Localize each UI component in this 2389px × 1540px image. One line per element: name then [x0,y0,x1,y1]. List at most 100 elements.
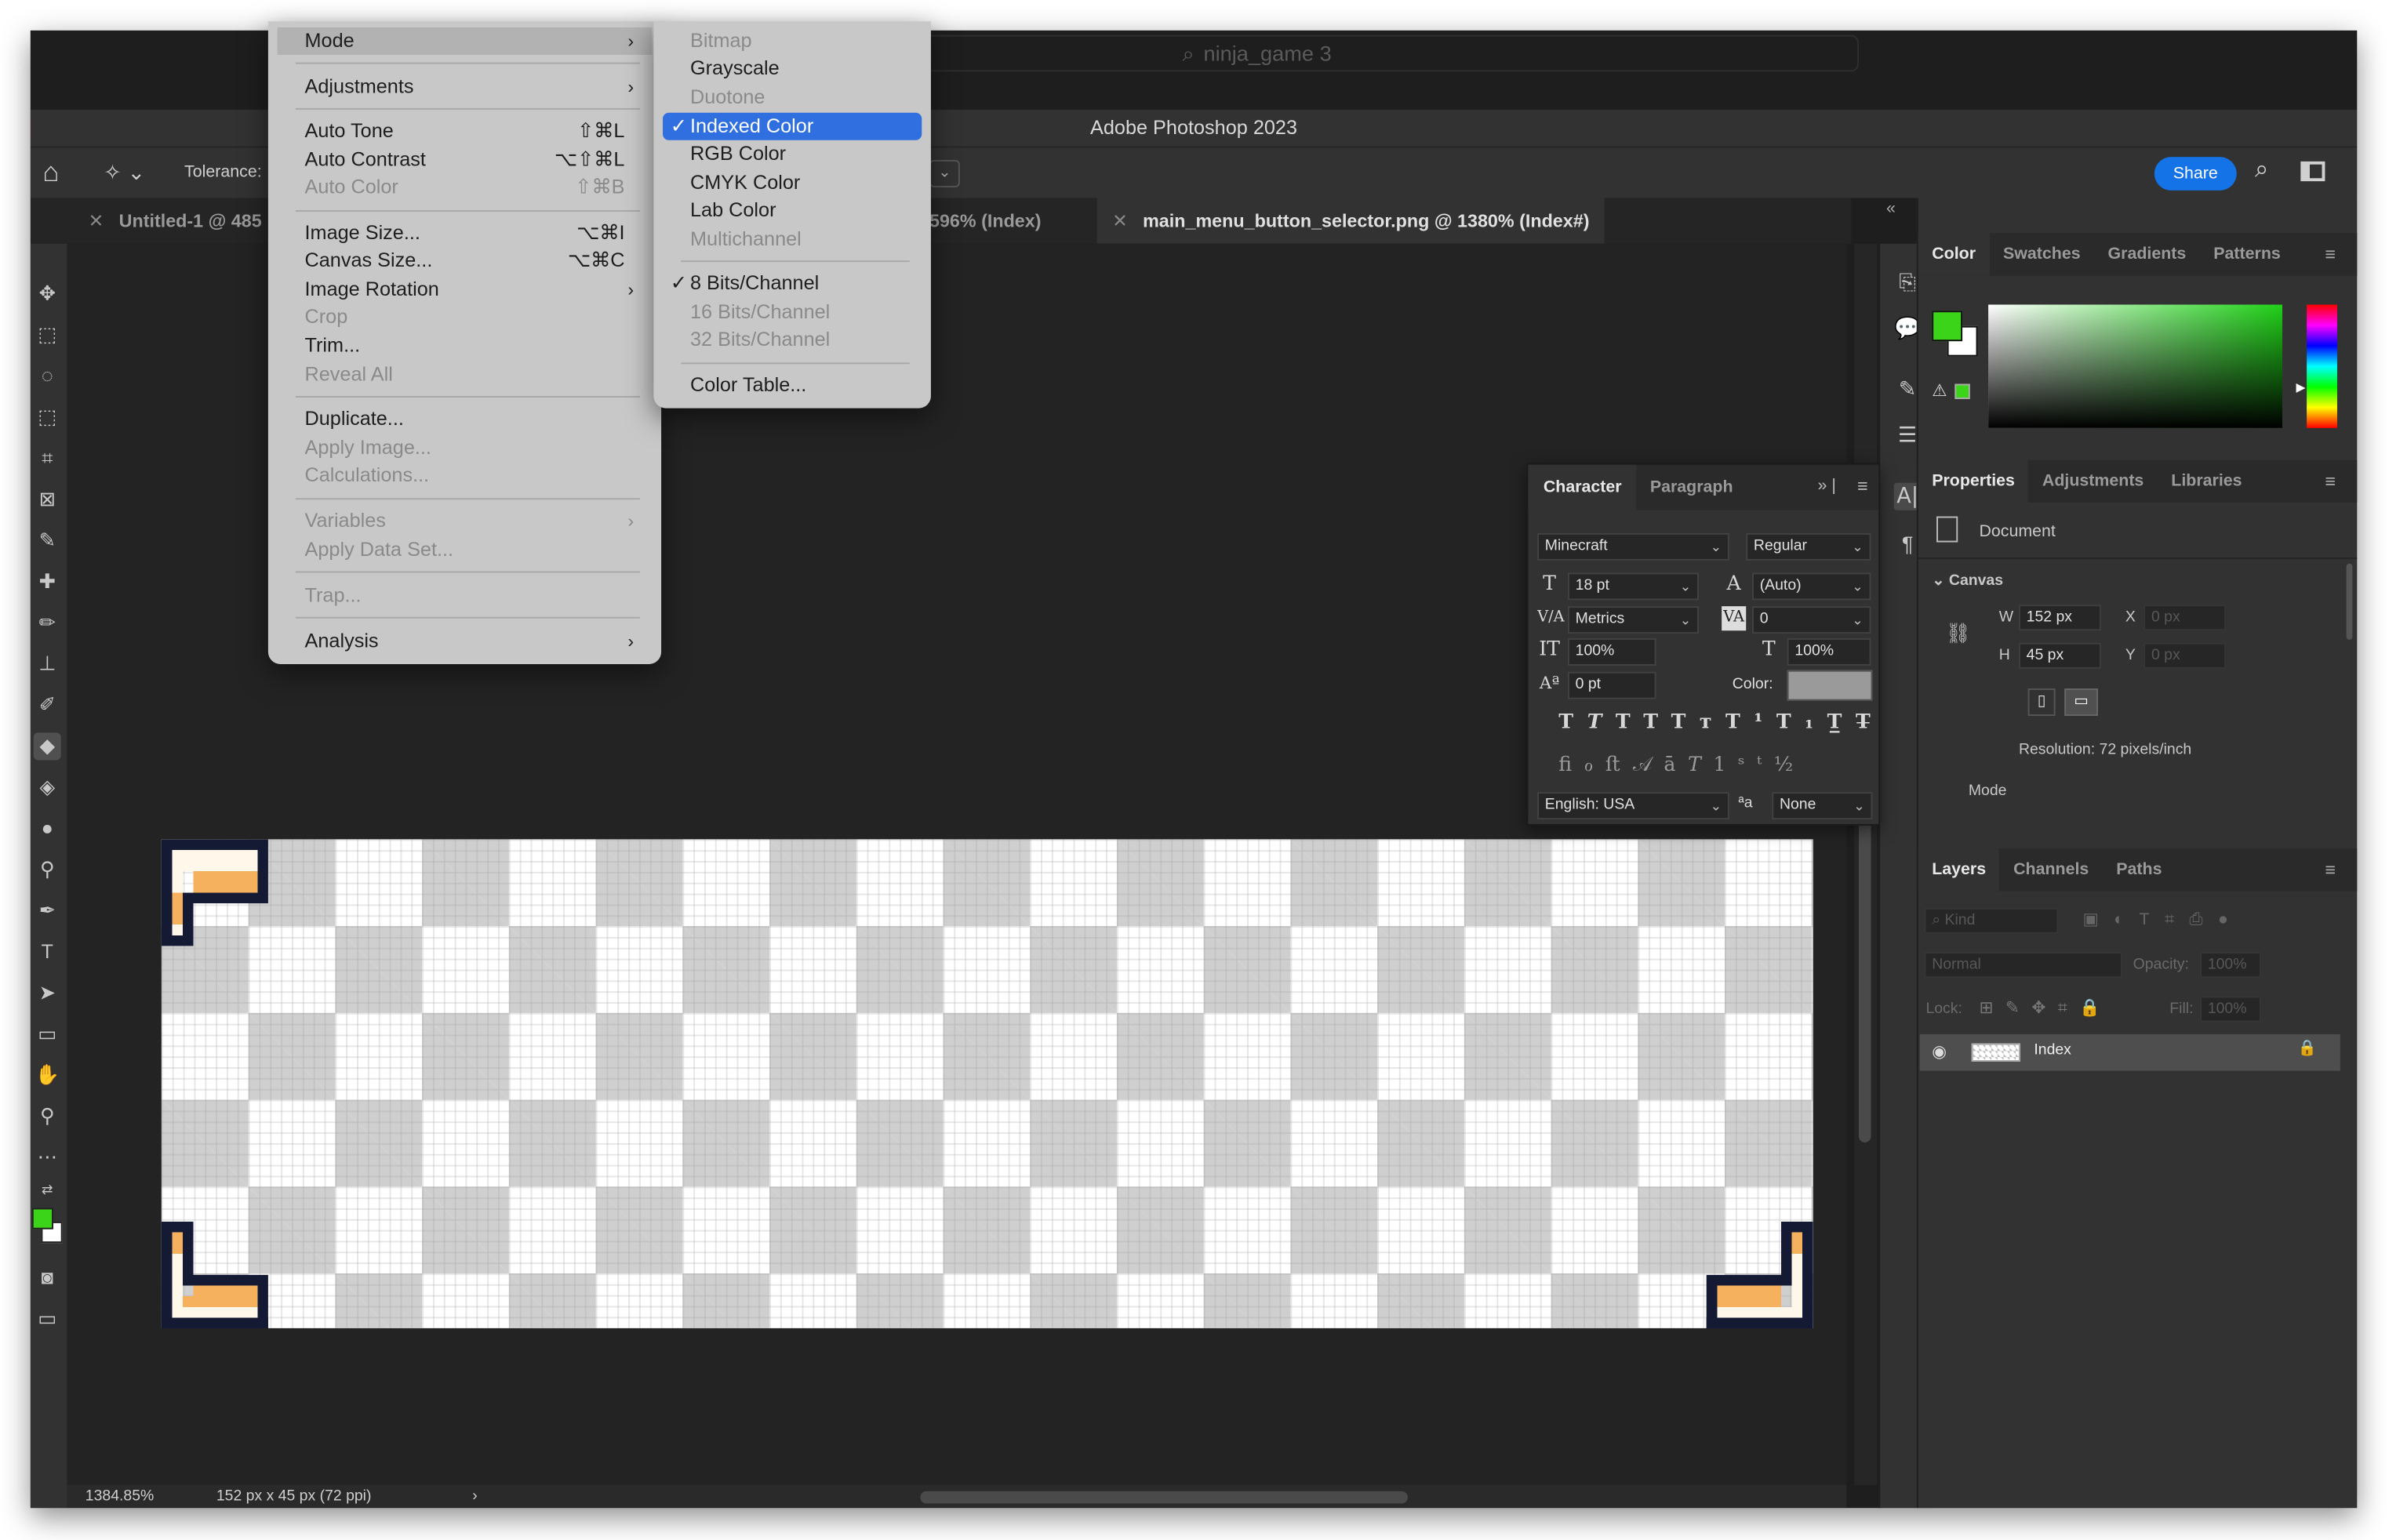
zoom-level[interactable]: 1384.85% [85,1485,155,1508]
menu-item-rgb-color[interactable]: RGB Color [663,140,922,168]
gamut-warning-icon[interactable]: ⚠ [1932,381,1947,401]
tab-index[interactable]: 596% (Index) [929,198,1097,244]
menu-item-image-size[interactable]: Image Size... ⌥⌘I [278,220,653,247]
tracking-select[interactable]: 0 ⌄ [1751,606,1871,634]
menu-item-lab-color[interactable]: Lab Color [663,197,922,224]
dodge-tool-icon[interactable]: ⚲ [34,856,61,884]
menu-item-adjustments[interactable]: Adjustments › [278,73,653,100]
tab-main-menu-button[interactable]: ✕ main_menu_button_selector.png @ 1380% (… [1096,198,1605,244]
height-input[interactable]: 45 px [2018,642,2101,669]
paint-bucket-icon[interactable]: ◈ [34,774,61,801]
zoom-tool-icon[interactable]: ⚲ [34,1102,61,1130]
kerning-select[interactable]: Metrics ⌄ [1567,606,1699,634]
baseline-shift-input[interactable]: 0 pt [1567,671,1656,699]
hand-tool-icon[interactable]: ✋ [34,1062,61,1089]
canvas-section-header[interactable]: ⌄ Canvas [1932,572,2003,589]
properties-scroll-thumb[interactable] [2346,563,2353,640]
crop-tool-icon[interactable]: ⌗ [34,445,61,472]
menu-item-cmyk-color[interactable]: CMYK Color [663,169,922,197]
font-size-input[interactable]: 18 pt ⌄ [1567,572,1699,601]
blend-mode-select[interactable]: Normal [1924,952,2123,979]
language-select[interactable]: English: USA ⌄ [1537,792,1729,820]
opacity-input[interactable]: 100% [2200,952,2261,979]
layer-row-index[interactable]: ◉ Index 🔒 [1919,1034,2340,1071]
hue-slider-marker[interactable]: ▶ [2296,381,2305,394]
document-canvas[interactable] [161,839,1813,1328]
menu-item-indexed-color[interactable]: ✓ Indexed Color [663,112,922,140]
tab-swatches[interactable]: Swatches [1990,233,2095,275]
link-icon[interactable]: ⛓ [1946,622,1971,646]
eraser-tool-icon[interactable]: ◆ [33,732,61,761]
tab-adjustments[interactable]: Adjustments [2028,460,2157,503]
menu-item-grayscale[interactable]: Grayscale [663,55,922,82]
chevron-right-icon[interactable]: › [472,1485,477,1508]
horizontal-scroll-thumb[interactable] [920,1491,1408,1504]
width-input[interactable]: 152 px [2018,605,2101,631]
landscape-orientation-icon[interactable]: ▭ [2064,688,2098,717]
tab-color[interactable]: Color [1918,233,1990,276]
tab-channels[interactable]: Channels [2000,848,2103,891]
magic-eraser-tool-icon[interactable]: ✧ ⌄ [104,160,145,186]
collapse-icon[interactable]: « [1886,199,1896,217]
antialias-select[interactable]: None ⌄ [1772,792,1873,820]
brush-tool-icon[interactable]: ✏ [34,609,61,637]
menu-item-8-bits[interactable]: ✓ 8 Bits/Channel [663,270,922,297]
tab-paths[interactable]: Paths [2103,848,2176,891]
marquee-tool-icon[interactable]: ⬚ [34,321,61,349]
panel-menu-icon[interactable]: ≡ [2311,233,2350,275]
tab-properties[interactable]: Properties [1918,459,2029,503]
menu-item-analysis[interactable]: Analysis › [278,627,653,655]
share-button[interactable]: Share [2154,157,2237,191]
font-family-select[interactable]: Minecraft ⌄ [1537,532,1729,561]
panel-menu-icon[interactable]: ≡ [2311,848,2350,891]
menu-item-auto-contrast[interactable]: Auto Contrast ⌥⇧⌘L [278,146,653,173]
y-input[interactable]: 0 px [2144,642,2227,669]
screen-mode-icon[interactable]: ▭ [34,1306,61,1333]
menu-item-color-table[interactable]: Color Table... [663,372,922,399]
tab-layers[interactable]: Layers [1918,848,2000,892]
lock-icon[interactable]: 🔒 [2297,1041,2316,1057]
history-brush-icon[interactable]: ✐ [34,692,61,719]
healing-brush-icon[interactable]: ✚ [34,568,61,596]
tab-gradients[interactable]: Gradients [2094,233,2200,275]
menu-item-canvas-size[interactable]: Canvas Size... ⌥⌘C [278,247,653,274]
fill-input[interactable]: 100% [2200,996,2261,1022]
x-input[interactable]: 0 px [2144,605,2227,631]
menu-item-mode[interactable]: Mode › [277,27,653,55]
quick-mask-icon[interactable]: ◙ [34,1264,61,1291]
tab-paragraph[interactable]: Paragraph [1650,464,1733,510]
close-icon[interactable]: ✕ [1112,210,1128,231]
panel-menu-icon[interactable]: ≡ [2311,460,2350,503]
hue-slider[interactable] [2307,304,2337,428]
tab-untitled[interactable]: ✕ Untitled-1 @ 485 [89,198,262,244]
workspace-icon[interactable] [2300,161,2325,182]
search-icon[interactable]: ⌕ [2255,157,2268,184]
blur-tool-icon[interactable]: ● [34,815,61,842]
chevron-down-icon[interactable]: ⌄ [929,159,960,187]
vertical-scrollbar[interactable] [1854,243,1878,1486]
eyedropper-tool-icon[interactable]: ✎ [34,527,61,554]
vertical-scale-input[interactable]: 100% [1567,637,1656,666]
tab-libraries[interactable]: Libraries [2158,460,2256,503]
menu-item-auto-tone[interactable]: Auto Tone ⇧⌘L [278,118,653,145]
foreground-color-chip[interactable] [1932,311,1963,342]
color-field[interactable] [1988,304,2283,428]
frame-tool-icon[interactable]: ⊠ [34,486,61,514]
layer-name[interactable]: Index [2034,1042,2071,1059]
layer-kind-filter[interactable]: ⌕ Kind [1924,907,2059,934]
stamp-tool-icon[interactable]: ⊥ [34,650,61,677]
rectangle-tool-icon[interactable]: ▭ [34,1021,61,1048]
foreground-color-swatch[interactable] [31,1208,53,1229]
visibility-eye-icon[interactable]: ◉ [1932,1042,1947,1062]
lasso-tool-icon[interactable]: ◌ [34,362,61,390]
object-selection-tool-icon[interactable]: ⬚ [34,404,61,431]
menu-item-image-rotation[interactable]: Image Rotation › [278,276,653,303]
lock-icons[interactable]: ⊞✎✥⌗🔒 [1979,997,2112,1019]
layer-filter-icons[interactable]: ▣◐T⌗⎙● [2083,910,2244,931]
menu-item-trim[interactable]: Trim... [278,332,653,359]
tab-character[interactable]: Character [1528,464,1638,510]
path-selection-icon[interactable]: ➤ [34,979,61,1007]
close-icon[interactable]: ✕ [89,210,104,231]
collapse-panel-icon[interactable]: » | [1818,477,1836,495]
panel-menu-icon[interactable]: ≡ [1857,475,1868,496]
